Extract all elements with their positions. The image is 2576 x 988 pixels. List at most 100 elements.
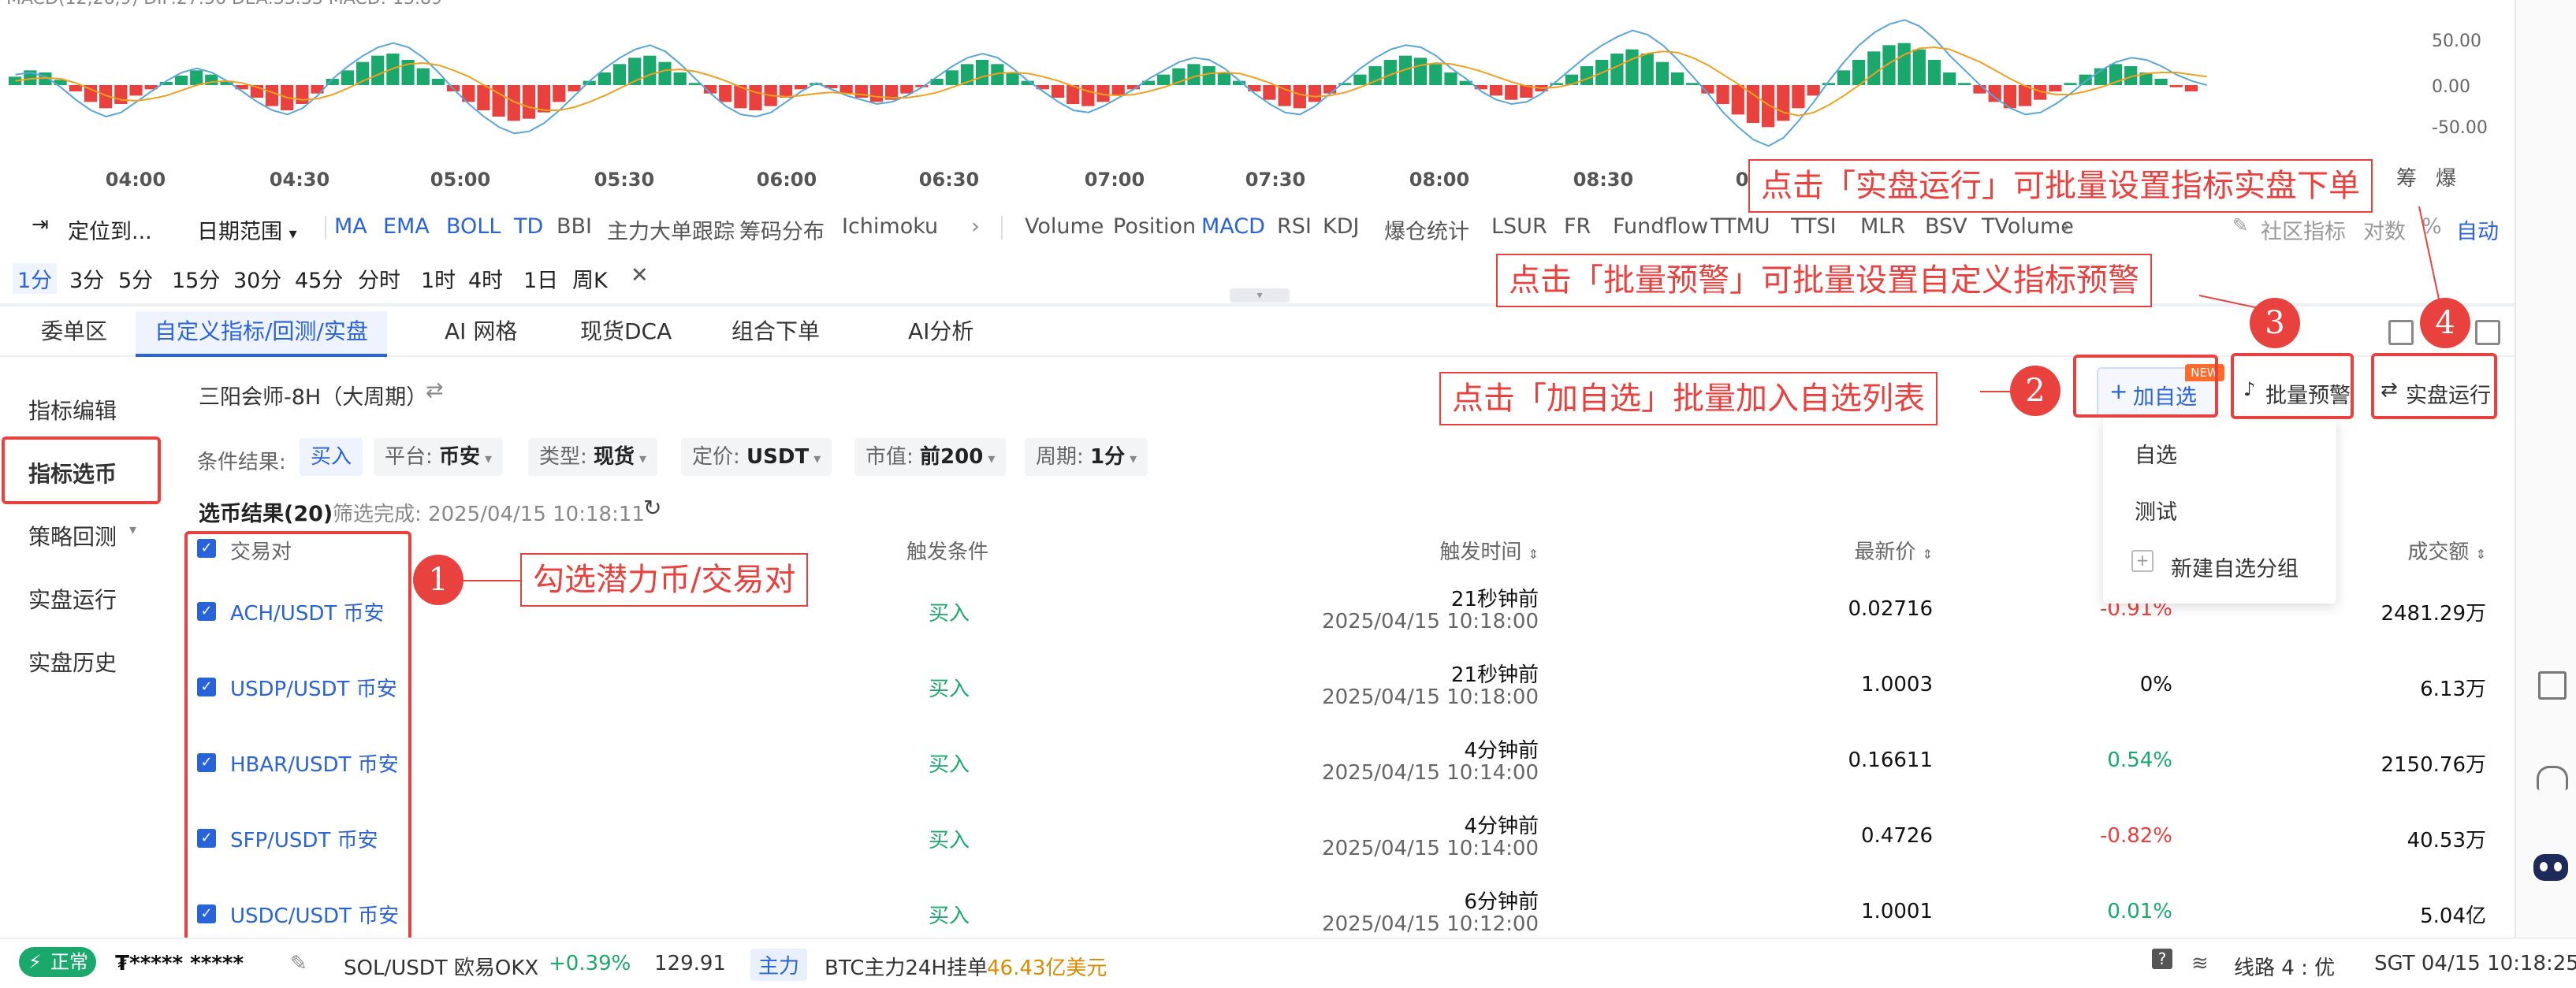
macd-bar (568, 85, 581, 91)
tab-3[interactable]: 现货DCA (561, 311, 691, 354)
tab-2[interactable]: AI 网格 (426, 311, 536, 354)
period-8[interactable]: 4时 (468, 263, 503, 294)
tab-4[interactable]: 组合下单 (713, 311, 839, 354)
ticker-pair[interactable]: SOL/USDT 欧易OKX (344, 952, 538, 981)
log-scale-toggle[interactable]: 对数 (2363, 214, 2406, 245)
period-5[interactable]: 45分 (295, 263, 343, 294)
period-6[interactable]: 分时 (358, 263, 400, 294)
col-price-label: 最新价 (1854, 540, 1916, 564)
indicator-ttsi[interactable]: TTSI (1791, 214, 1837, 239)
indicator-rsi[interactable]: RSI (1277, 214, 1312, 239)
network-line[interactable]: 线路 4 : 优 (2234, 952, 2335, 981)
indicator-bsv[interactable]: BSV (1925, 214, 1967, 239)
period-4[interactable]: 30分 (233, 263, 281, 294)
dropdown-item-test[interactable]: 测试 (2135, 495, 2177, 526)
macd-bar (1187, 64, 1201, 85)
period-10[interactable]: 周K (572, 263, 608, 294)
indicator-fr[interactable]: FR (1564, 214, 1591, 239)
col-volume[interactable]: 成交额 ⇕ (2407, 536, 2486, 565)
quote-filter-value: USDT (746, 445, 810, 469)
quote-filter[interactable]: 定价: USDT ▾ (681, 438, 832, 476)
indicator-ttmu[interactable]: TTMU (1711, 214, 1770, 239)
indicator-ichimoku[interactable]: Ichimoku (842, 214, 938, 239)
type-filter-label: 类型: (539, 445, 587, 469)
type-filter[interactable]: 类型: 现货 ▾ (528, 438, 658, 476)
col-time[interactable]: 触发时间 ⇕ (1439, 536, 1539, 565)
market-cap-filter-value: 前200 (920, 445, 984, 469)
indicator-主力大单跟踪[interactable]: 主力大单跟踪 (607, 214, 735, 245)
indicator-kdj[interactable]: KDJ (1323, 214, 1359, 239)
indicator-bbi[interactable]: BBI (557, 214, 592, 239)
auto-scale-toggle[interactable]: 自动 (2456, 214, 2499, 245)
indicator-fundflow[interactable]: Fundflow (1613, 214, 1708, 239)
edit-icon[interactable]: ✎ (2232, 214, 2248, 236)
locate-button[interactable]: 定位到... (68, 214, 152, 245)
period-9[interactable]: 1日 (523, 263, 558, 294)
support-icon[interactable] (2537, 766, 2568, 790)
help-icon[interactable]: ? (2152, 949, 2172, 969)
macd-bar (945, 70, 959, 85)
macd-bar (597, 72, 611, 85)
locate-icon[interactable]: ⇥ (32, 213, 49, 236)
indicator-mlr[interactable]: MLR (1860, 214, 1905, 239)
period-0[interactable]: 1分 (13, 263, 58, 294)
account-balance[interactable]: ₮***** ***** (115, 952, 244, 975)
indicator-筹码分布[interactable]: 筹码分布 (739, 214, 825, 245)
tab-1[interactable]: 自定义指标/回测/实盘 (136, 311, 387, 357)
plus-icon: + (2131, 550, 2153, 572)
close-icon[interactable]: ✕ (631, 263, 649, 288)
indicator-爆仓统计[interactable]: 爆仓统计 (1384, 214, 1469, 245)
community-indicators[interactable]: 社区指标 (2261, 214, 2346, 245)
macd-bar (1958, 83, 1971, 85)
indicator-ema[interactable]: EMA (383, 214, 430, 239)
switch-icon[interactable]: ⇄ (426, 378, 444, 403)
layout-icon[interactable] (2538, 671, 2567, 700)
indicator-ma[interactable]: MA (334, 214, 367, 239)
period-7[interactable]: 1时 (421, 263, 456, 294)
dropdown-item-favorites[interactable]: 自选 (2135, 438, 2177, 469)
macd-bar (1051, 85, 1065, 98)
scroll-right-icon[interactable]: › (971, 214, 980, 239)
sidebar-item-4[interactable]: 实盘历史 (28, 646, 117, 678)
sidebar-item-0[interactable]: 指标编辑 (28, 394, 117, 425)
date-range-button[interactable]: 日期范围 ▾ (197, 214, 297, 245)
fullscreen-icon[interactable] (2475, 320, 2500, 345)
resize-handle[interactable]: ▾ (1230, 288, 1290, 303)
period-2[interactable]: 5分 (118, 263, 153, 294)
indicator-position[interactable]: Position (1113, 214, 1196, 239)
macd-bar (492, 85, 505, 117)
sidebar-item-2[interactable]: 策略回测 (28, 520, 117, 552)
bottom-panel-tabs: 委单区 自定义指标/回测/实盘 AI 网格 现货DCA 组合下单 AI分析 (0, 311, 2515, 357)
tab-0[interactable]: 委单区 (22, 311, 126, 354)
y-tick-label: 0.00 (2432, 77, 2470, 97)
period-3[interactable]: 15分 (172, 263, 220, 294)
row-volume: 5.04亿 (2420, 904, 2486, 928)
indicator-tvolume[interactable]: TVolume (1982, 214, 2074, 239)
refresh-icon[interactable]: ↻ (643, 495, 661, 521)
market-cap-filter[interactable]: 市值: 前200 ▾ (854, 438, 1007, 476)
platform-filter[interactable]: 平台: 币安 ▾ (374, 438, 504, 476)
tab-5[interactable]: AI分析 (889, 311, 992, 354)
popout-icon[interactable] (2388, 320, 2414, 345)
period-1[interactable]: 3分 (69, 263, 104, 294)
connection-status[interactable]: ⚡ 正常 (19, 947, 96, 977)
condition-result-label: 条件结果: (197, 451, 286, 474)
col-price[interactable]: 最新价 ⇕ (1854, 536, 1933, 565)
step-badge-2: 2 (2010, 366, 2060, 416)
period-filter[interactable]: 周期: 1分 ▾ (1025, 438, 1148, 476)
result-filter-buy[interactable]: 买入 (300, 438, 363, 476)
edit-icon[interactable]: ✎ (290, 952, 307, 975)
row-time: 2025/04/15 10:18:00 (1322, 610, 1539, 633)
dropdown-item-new-group[interactable]: 新建自选分组 (2171, 552, 2299, 582)
x-tick-label: 06:00 (756, 169, 817, 191)
macd-bar (522, 85, 536, 119)
robot-icon[interactable] (2533, 854, 2568, 881)
macd-bar (371, 55, 385, 85)
indicator-td[interactable]: TD (514, 214, 543, 239)
strategy-name[interactable]: 三阳会师-8H（大周期） (199, 380, 427, 410)
sidebar-item-3[interactable]: 实盘运行 (28, 583, 117, 615)
indicator-macd[interactable]: MACD (1201, 214, 1265, 239)
indicator-lsur[interactable]: LSUR (1491, 214, 1547, 239)
indicator-boll[interactable]: BOLL (446, 214, 501, 239)
indicator-volume[interactable]: Volume (1025, 214, 1104, 239)
